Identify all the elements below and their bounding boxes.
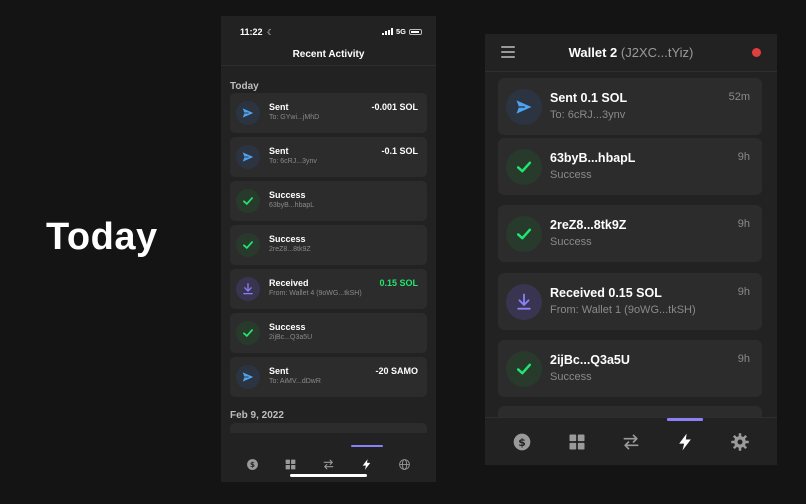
list-item[interactable] bbox=[498, 406, 762, 417]
swap-icon[interactable] bbox=[316, 452, 340, 476]
header: Wallet 2 (J2XC...tYiz) bbox=[485, 34, 777, 72]
item-title: Received 0.15 SOL bbox=[550, 286, 662, 300]
checkmark-icon bbox=[236, 321, 260, 345]
section-label-date: Feb 9, 2022 bbox=[230, 410, 284, 421]
dollar-icon[interactable]: $ bbox=[240, 452, 264, 476]
status-time: 11:22 bbox=[240, 27, 263, 37]
item-subtitle: Success bbox=[550, 169, 592, 181]
item-subtitle: To: AiMV...dDwR bbox=[269, 378, 321, 385]
item-time: 9h bbox=[737, 218, 750, 230]
send-arrow-icon bbox=[236, 145, 260, 169]
item-subtitle: To: 6cRJ...3ynv bbox=[269, 158, 317, 165]
item-amount: -20 SAMO bbox=[375, 366, 418, 376]
svg-text:$: $ bbox=[250, 459, 255, 468]
item-subtitle: To: GYwi...jMhD bbox=[269, 114, 320, 121]
globe-icon[interactable] bbox=[393, 452, 417, 476]
item-amount: -0.001 SOL bbox=[371, 102, 418, 112]
item-title: Received bbox=[269, 278, 309, 288]
checkmark-icon bbox=[506, 149, 542, 185]
item-title: Success bbox=[269, 234, 306, 244]
section-label-today: Today bbox=[230, 81, 259, 92]
list-item[interactable]: 63byB...hbapL Success 9h bbox=[498, 138, 762, 195]
item-time: 9h bbox=[737, 353, 750, 365]
checkmark-icon bbox=[506, 351, 542, 387]
item-title: Sent bbox=[269, 366, 289, 376]
checkmark-icon bbox=[236, 189, 260, 213]
bolt-icon[interactable] bbox=[350, 445, 383, 476]
battery-icon bbox=[409, 28, 422, 35]
send-arrow-icon bbox=[236, 101, 260, 125]
mobile-app-screen: 11:22 ☾ 5G Recent Activity Today Sent To:… bbox=[221, 16, 436, 482]
dollar-icon[interactable]: $ bbox=[507, 427, 537, 457]
item-time: 9h bbox=[737, 286, 750, 298]
item-title: Sent bbox=[269, 102, 289, 112]
gear-icon[interactable] bbox=[725, 427, 755, 457]
item-title: Success bbox=[269, 322, 306, 332]
wallet-title[interactable]: Wallet 2 (J2XC...tYiz) bbox=[485, 45, 777, 60]
wallet-address: (J2XC...tYiz) bbox=[620, 45, 694, 60]
list-item[interactable] bbox=[230, 423, 427, 433]
home-indicator bbox=[290, 474, 367, 477]
list-item[interactable]: Sent To: AiMV...dDwR -20 SAMO bbox=[230, 357, 427, 397]
network-type: 5G bbox=[395, 27, 406, 36]
send-arrow-icon bbox=[236, 365, 260, 389]
send-arrow-icon bbox=[506, 89, 542, 125]
item-title: 2ijBc...Q3a5U bbox=[550, 353, 630, 367]
item-subtitle: 63byB...hbapL bbox=[269, 202, 315, 209]
svg-text:$: $ bbox=[518, 435, 526, 448]
activity-list[interactable]: Sent 0.1 SOL To: 6cRJ...3ynv 52m 63byB...hb… bbox=[485, 72, 777, 417]
page-title: Recent Activity bbox=[221, 44, 436, 66]
item-time: 52m bbox=[728, 91, 750, 103]
item-subtitle: To: 6cRJ...3ynv bbox=[550, 109, 626, 121]
grid-icon[interactable] bbox=[562, 427, 592, 457]
item-title: Success bbox=[269, 190, 306, 200]
list-item[interactable]: Success 2ijBc...Q3a5U bbox=[230, 313, 427, 353]
list-item[interactable]: Sent 0.1 SOL To: 6cRJ...3ynv 52m bbox=[498, 78, 762, 135]
item-title: Sent 0.1 SOL bbox=[550, 91, 628, 105]
item-amount: -0.1 SOL bbox=[381, 146, 418, 156]
item-subtitle: 2reZ8...8tk9Z bbox=[269, 246, 311, 253]
extension-window: Wallet 2 (J2XC...tYiz) Sent 0.1 SOL To: 6… bbox=[485, 34, 777, 465]
checkmark-icon bbox=[236, 233, 260, 257]
download-icon bbox=[236, 277, 260, 301]
activity-list[interactable]: Today Sent To: GYwi...jMhD -0.001 SOL Sent T… bbox=[221, 76, 436, 446]
status-bar: 11:22 ☾ 5G bbox=[221, 16, 436, 44]
grid-icon[interactable] bbox=[278, 452, 302, 476]
item-subtitle: Success bbox=[550, 236, 592, 248]
download-icon bbox=[506, 284, 542, 320]
list-item[interactable]: Success 2reZ8...8tk9Z bbox=[230, 225, 427, 265]
item-time: 9h bbox=[737, 151, 750, 163]
list-item[interactable]: 2ijBc...Q3a5U Success 9h bbox=[498, 340, 762, 397]
hero-today-label: Today bbox=[46, 216, 158, 258]
checkmark-icon bbox=[506, 216, 542, 252]
item-subtitle: From: Wallet 4 (9oWG...tkSH) bbox=[269, 290, 362, 297]
moon-icon: ☾ bbox=[267, 28, 275, 37]
item-title: 2reZ8...8tk9Z bbox=[550, 218, 627, 232]
list-item[interactable]: 2reZ8...8tk9Z Success 9h bbox=[498, 205, 762, 262]
item-title: Sent bbox=[269, 146, 289, 156]
list-item[interactable]: Sent To: GYwi...jMhD -0.001 SOL bbox=[230, 93, 427, 133]
list-item[interactable]: Sent To: 6cRJ...3ynv -0.1 SOL bbox=[230, 137, 427, 177]
bolt-icon[interactable] bbox=[667, 417, 704, 457]
item-subtitle: 2ijBc...Q3a5U bbox=[269, 334, 313, 341]
list-item[interactable]: Received From: Wallet 4 (9oWG...tkSH) 0.15… bbox=[230, 269, 427, 309]
list-item[interactable]: Received 0.15 SOL From: Wallet 1 (9oWG...… bbox=[498, 273, 762, 330]
wallet-name: Wallet 2 bbox=[568, 45, 618, 60]
network-status-dot[interactable] bbox=[752, 48, 761, 57]
item-subtitle: From: Wallet 1 (9oWG...tkSH) bbox=[550, 304, 696, 316]
bottom-nav: $ bbox=[485, 417, 777, 465]
item-amount: 0.15 SOL bbox=[379, 278, 418, 288]
item-title: 63byB...hbapL bbox=[550, 151, 636, 165]
swap-icon[interactable] bbox=[616, 427, 646, 457]
item-subtitle: Success bbox=[550, 371, 592, 383]
list-item[interactable]: Success 63byB...hbapL bbox=[230, 181, 427, 221]
signal-icon bbox=[381, 28, 393, 35]
